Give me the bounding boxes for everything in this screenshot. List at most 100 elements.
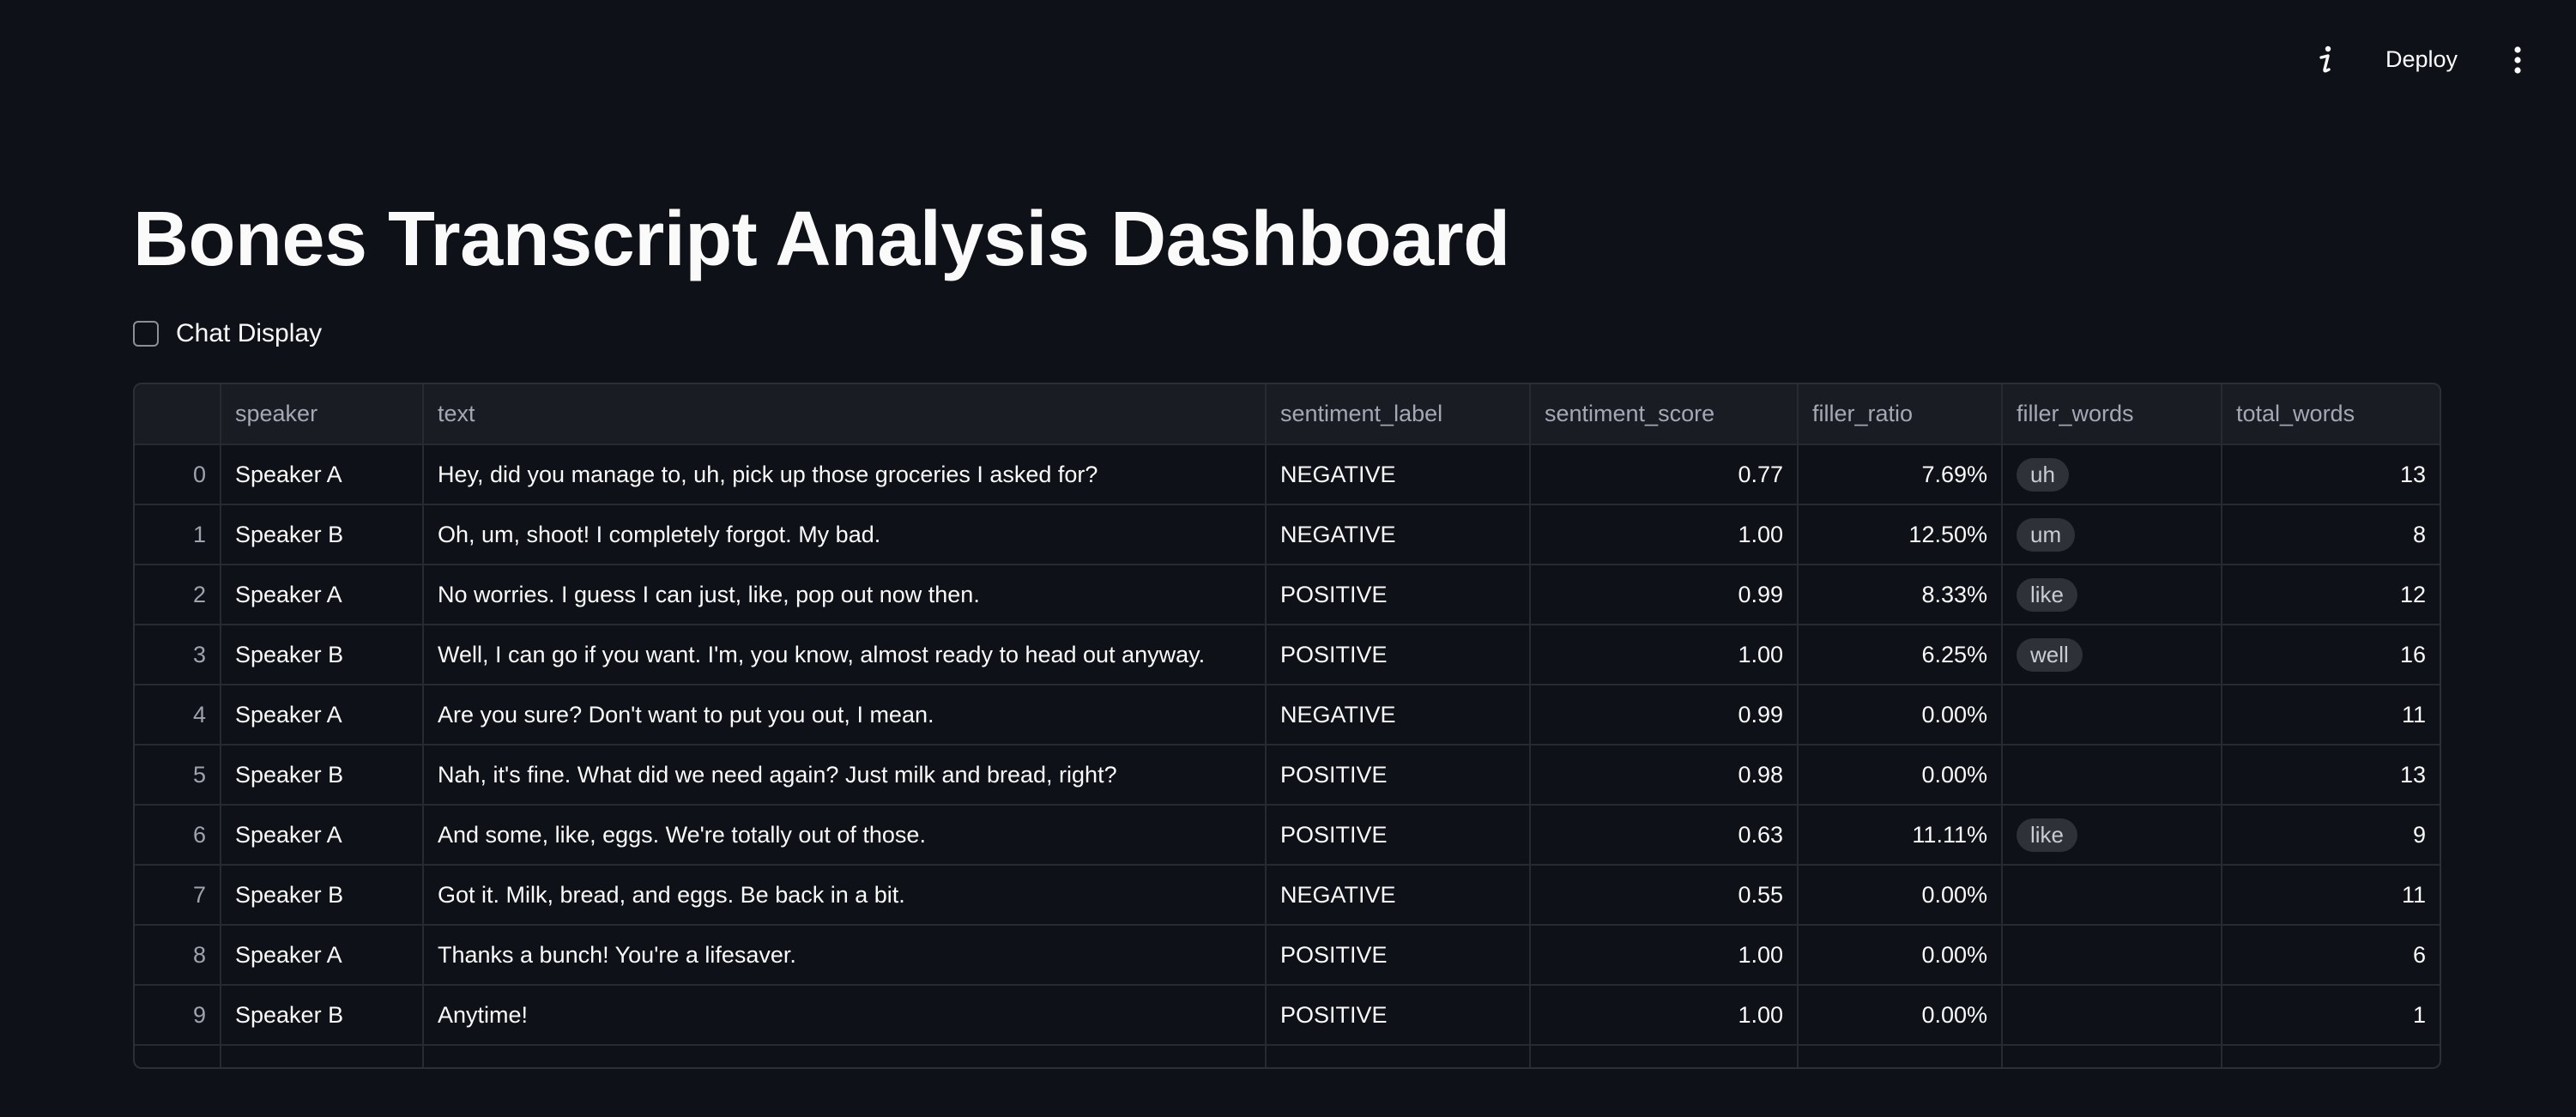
sentiment-label-cell[interactable]: NEGATIVE	[1266, 444, 1531, 505]
speaker-cell[interactable]: Speaker B	[221, 865, 424, 926]
more-vertical-icon[interactable]	[2494, 40, 2542, 80]
speaker-cell[interactable]: Speaker A	[221, 565, 424, 625]
sentiment-score-cell[interactable]: 0.99	[1530, 685, 1799, 746]
total-words-cell[interactable]: 1	[2222, 985, 2440, 1046]
column-header-index[interactable]	[135, 384, 221, 445]
chat-display-toggle[interactable]: Chat Display	[133, 319, 322, 348]
sentiment-label-cell[interactable]: POSITIVE	[1266, 565, 1531, 625]
text-cell[interactable]: And some, like, eggs. We're totally out …	[423, 805, 1267, 866]
total-words-cell[interactable]: 12	[2222, 565, 2440, 625]
sentiment-label-cell[interactable]: POSITIVE	[1266, 625, 1531, 685]
total-words-cell[interactable]: 11	[2222, 865, 2440, 926]
filler-words-cell[interactable]	[2002, 685, 2222, 746]
text-cell[interactable]: Are you sure? Don't want to put you out,…	[423, 685, 1267, 746]
total-words-cell[interactable]: 6	[2222, 925, 2440, 986]
table-row[interactable]: 1 Speaker B Oh, um, shoot! I completely fo…	[135, 504, 2440, 565]
sentiment-label-cell[interactable]: POSITIVE	[1266, 745, 1531, 806]
sentiment-score-cell[interactable]: 0.98	[1530, 745, 1799, 806]
filler-words-cell[interactable]: uh	[2002, 444, 2222, 505]
info-icon[interactable]	[2301, 40, 2349, 80]
column-header-sentiment-label[interactable]: sentiment_label	[1266, 384, 1531, 445]
sentiment-label-cell[interactable]: NEGATIVE	[1266, 504, 1531, 565]
text-cell[interactable]: Nah, it's fine. What did we need again? …	[423, 745, 1267, 806]
sentiment-label-cell[interactable]: NEGATIVE	[1266, 865, 1531, 926]
table-row[interactable]: 9 Speaker B Anytime! POSITIVE 1.00 0.00% 1	[135, 985, 2440, 1046]
row-index-cell[interactable]: 0	[135, 444, 221, 505]
filler-ratio-cell[interactable]: 0.00%	[1798, 745, 2003, 806]
sentiment-label-cell[interactable]: POSITIVE	[1266, 925, 1531, 986]
column-header-total-words[interactable]: total_words	[2222, 384, 2440, 445]
sentiment-score-cell[interactable]: 1.00	[1530, 625, 1799, 685]
speaker-cell[interactable]: Speaker B	[221, 504, 424, 565]
speaker-cell[interactable]: Speaker A	[221, 925, 424, 986]
total-words-cell[interactable]: 13	[2222, 745, 2440, 806]
chat-display-checkbox[interactable]	[133, 321, 159, 347]
text-cell[interactable]: Anytime!	[423, 985, 1267, 1046]
sentiment-label-cell[interactable]: POSITIVE	[1266, 805, 1531, 866]
table-row[interactable]: 7 Speaker B Got it. Milk, bread, and eggs.…	[135, 865, 2440, 926]
filler-ratio-cell[interactable]: 7.69%	[1798, 444, 2003, 505]
filler-ratio-cell[interactable]: 0.00%	[1798, 925, 2003, 986]
total-words-cell[interactable]: 8	[2222, 504, 2440, 565]
filler-words-cell[interactable]	[2002, 925, 2222, 986]
filler-ratio-cell[interactable]: 0.00%	[1798, 865, 2003, 926]
row-index-cell[interactable]: 4	[135, 685, 221, 746]
sentiment-score-cell[interactable]: 1.00	[1530, 925, 1799, 986]
column-header-filler-words[interactable]: filler_words	[2002, 384, 2222, 445]
column-header-filler-ratio[interactable]: filler_ratio	[1798, 384, 2003, 445]
filler-ratio-cell[interactable]: 12.50%	[1798, 504, 2003, 565]
filler-words-cell[interactable]: um	[2002, 504, 2222, 565]
table-row[interactable]: 3 Speaker B Well, I can go if you want. I'…	[135, 625, 2440, 685]
deploy-button[interactable]: Deploy	[2373, 39, 2470, 80]
row-index-cell[interactable]: 5	[135, 745, 221, 806]
table-row[interactable]: 4 Speaker A Are you sure? Don't want to pu…	[135, 685, 2440, 746]
text-cell[interactable]: Thanks a bunch! You're a lifesaver.	[423, 925, 1267, 986]
column-header-speaker[interactable]: speaker	[221, 384, 424, 445]
row-index-cell[interactable]: 3	[135, 625, 221, 685]
column-header-sentiment-score[interactable]: sentiment_score	[1530, 384, 1799, 445]
speaker-cell[interactable]: Speaker B	[221, 985, 424, 1046]
filler-words-cell[interactable]	[2002, 865, 2222, 926]
table-row[interactable]: 6 Speaker A And some, like, eggs. We're to…	[135, 805, 2440, 866]
total-words-cell[interactable]: 16	[2222, 625, 2440, 685]
table-row[interactable]: 0 Speaker A Hey, did you manage to, uh, pi…	[135, 444, 2440, 505]
filler-words-cell[interactable]	[2002, 985, 2222, 1046]
filler-ratio-cell[interactable]: 6.25%	[1798, 625, 2003, 685]
sentiment-score-cell[interactable]: 1.00	[1530, 985, 1799, 1046]
column-header-text[interactable]: text	[423, 384, 1267, 445]
speaker-cell[interactable]: Speaker B	[221, 625, 424, 685]
row-index-cell[interactable]: 9	[135, 985, 221, 1046]
text-cell[interactable]: No worries. I guess I can just, like, po…	[423, 565, 1267, 625]
text-cell[interactable]: Hey, did you manage to, uh, pick up thos…	[423, 444, 1267, 505]
data-table[interactable]: speaker text sentiment_label sentiment_s…	[133, 383, 2441, 1069]
sentiment-score-cell[interactable]: 1.00	[1530, 504, 1799, 565]
text-cell[interactable]: Got it. Milk, bread, and eggs. Be back i…	[423, 865, 1267, 926]
row-index-cell[interactable]: 8	[135, 925, 221, 986]
total-words-cell[interactable]: 9	[2222, 805, 2440, 866]
speaker-cell[interactable]: Speaker A	[221, 685, 424, 746]
table-row[interactable]: 8 Speaker A Thanks a bunch! You're a lifes…	[135, 925, 2440, 986]
row-index-cell[interactable]: 2	[135, 565, 221, 625]
filler-ratio-cell[interactable]: 0.00%	[1798, 985, 2003, 1046]
filler-ratio-cell[interactable]: 0.00%	[1798, 685, 2003, 746]
filler-ratio-cell[interactable]: 11.11%	[1798, 805, 2003, 866]
filler-ratio-cell[interactable]: 8.33%	[1798, 565, 2003, 625]
speaker-cell[interactable]: Speaker A	[221, 444, 424, 505]
speaker-cell[interactable]: Speaker B	[221, 745, 424, 806]
sentiment-score-cell[interactable]: 0.63	[1530, 805, 1799, 866]
row-index-cell[interactable]: 7	[135, 865, 221, 926]
row-index-cell[interactable]: 1	[135, 504, 221, 565]
sentiment-label-cell[interactable]: POSITIVE	[1266, 985, 1531, 1046]
table-row[interactable]: 2 Speaker A No worries. I guess I can just…	[135, 565, 2440, 625]
text-cell[interactable]: Oh, um, shoot! I completely forgot. My b…	[423, 504, 1267, 565]
total-words-cell[interactable]: 11	[2222, 685, 2440, 746]
sentiment-score-cell[interactable]: 0.55	[1530, 865, 1799, 926]
filler-words-cell[interactable]: well	[2002, 625, 2222, 685]
filler-words-cell[interactable]: like	[2002, 805, 2222, 866]
filler-words-cell[interactable]	[2002, 745, 2222, 806]
table-row[interactable]: 5 Speaker B Nah, it's fine. What did we ne…	[135, 745, 2440, 806]
total-words-cell[interactable]: 13	[2222, 444, 2440, 505]
filler-words-cell[interactable]: like	[2002, 565, 2222, 625]
row-index-cell[interactable]: 6	[135, 805, 221, 866]
sentiment-score-cell[interactable]: 0.77	[1530, 444, 1799, 505]
